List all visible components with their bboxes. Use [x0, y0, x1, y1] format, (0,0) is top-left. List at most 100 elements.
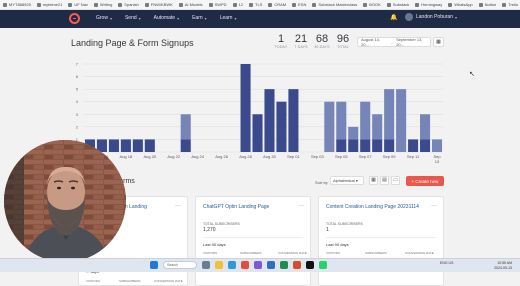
col-conversion: CONVERSION RATE [405, 251, 434, 255]
bookmark-item[interactable]: Writing [93, 2, 112, 7]
task-view-icon[interactable] [202, 261, 210, 269]
create-new-button[interactable]: + Create new [406, 176, 444, 186]
col-visitors: VISITORS [86, 279, 100, 283]
x-tick-label: Sep 05 [335, 154, 348, 159]
card-title[interactable]: ChatGPT Optin Landing Page [203, 204, 299, 210]
x-tick-label: Aug 24 [191, 154, 204, 159]
bookmark-item[interactable]: Substack [386, 2, 410, 7]
notion-icon[interactable] [306, 261, 314, 269]
landing-page-card[interactable]: Content Creation Landing Page 20231114 ·… [318, 196, 444, 286]
subscribers-label: TOTAL SUBSCRIBERS [326, 222, 363, 226]
bookmark-label: UF Nav [74, 2, 88, 7]
windows-start-icon[interactable] [150, 261, 158, 269]
bookmark-item[interactable]: BOOK [363, 2, 381, 7]
more-icon[interactable]: ··· [431, 203, 437, 209]
y-tick-label: 4 [76, 99, 79, 104]
divider [203, 237, 303, 238]
menu-send[interactable]: Send ▾ [125, 15, 141, 21]
grid-view-icon[interactable]: ▦ [369, 176, 378, 185]
system-tray-language[interactable]: ENG US [440, 261, 453, 265]
clock-time: 10:55 AM [497, 261, 512, 265]
bookmark-label: Substack [392, 2, 410, 7]
list-view-icon[interactable]: ▤ [380, 176, 389, 185]
whatsapp-icon[interactable] [319, 261, 327, 269]
chevron-down-icon: ▾ [177, 15, 180, 21]
bookmark-item[interactable]: 12 [232, 2, 244, 7]
col-visitors: VISITORS [203, 251, 217, 255]
bookmark-item[interactable]: Hemingway [415, 2, 442, 7]
x-tick-label: Aug 20 [143, 154, 156, 159]
bookmark-item[interactable]: WhatsApp [448, 2, 473, 7]
subscribers-label: TOTAL SUBSCRIBERS [203, 222, 240, 226]
taskbar-clock[interactable]: 10:55 AM 2024-09-13 [494, 261, 512, 270]
bookmark-item[interactable]: Spanish [118, 2, 139, 7]
word-icon[interactable] [267, 261, 275, 269]
bell-icon[interactable]: 🔔 [390, 14, 397, 21]
bookmark-label: TLS [255, 2, 263, 7]
landing-page-card[interactable]: ChatGPT Optin Landing Page ··· TOTAL SUB… [195, 196, 311, 286]
divider [326, 237, 436, 238]
presenter-image [4, 140, 126, 262]
sort-select[interactable]: Alphabetical ▾ [330, 176, 364, 185]
taskbar-apps: Search [150, 261, 332, 269]
logo-icon[interactable] [69, 13, 80, 24]
bookmark-label: MYT888925 [9, 2, 31, 7]
bar [180, 114, 191, 140]
bookmark-item[interactable]: FNW/KBWK [144, 2, 173, 7]
x-tick-label: Aug 28 [239, 154, 252, 159]
card-title[interactable]: Content Creation Landing Page 20231114 [326, 204, 422, 210]
bookmark-item[interactable]: ESN [292, 2, 306, 7]
user-name[interactable]: Landon Poburan [416, 14, 453, 20]
archive-icon[interactable]: ▭ [391, 176, 400, 185]
menu-automate[interactable]: Automate ▾ [154, 15, 179, 21]
bookmark-favicon-icon [232, 2, 237, 7]
bar [384, 139, 395, 152]
bookmark-item[interactable]: TLS [249, 2, 262, 7]
teams-icon[interactable] [254, 261, 262, 269]
bar [420, 139, 431, 152]
bookmark-item[interactable]: SWPD [208, 2, 227, 7]
bookmark-item[interactable]: CRAM [268, 2, 286, 7]
more-icon[interactable]: ··· [298, 203, 304, 209]
edge-icon[interactable] [228, 261, 236, 269]
bookmark-item[interactable]: Trello [502, 2, 518, 7]
card-range: Last 90 days [203, 242, 226, 247]
menu-grow[interactable]: Grow ▾ [96, 15, 112, 21]
bookmark-item[interactable]: UF Nav [68, 2, 88, 7]
bookmark-item[interactable]: myteime21 [36, 2, 62, 7]
taskbar-search[interactable]: Search [163, 261, 197, 269]
file-explorer-icon[interactable] [215, 261, 223, 269]
bookmark-item[interactable]: Notion [478, 2, 496, 7]
menu-earn[interactable]: Earn ▾ [192, 15, 207, 21]
bookmark-favicon-icon [68, 2, 73, 7]
bookmark-favicon-icon [448, 2, 453, 7]
bookmark-label: CRAM [274, 2, 287, 7]
bar [120, 139, 131, 152]
bar [336, 139, 347, 152]
bookmark-label: AI Models [184, 2, 203, 7]
bookmark-label: WhatsApp [454, 2, 473, 7]
bar [360, 101, 371, 140]
bookmark-item[interactable]: Substack Masterclass [312, 2, 357, 7]
bookmark-favicon-icon [3, 2, 7, 7]
x-tick-label: Sep 09 [383, 154, 396, 159]
y-tick-label: 5 [76, 87, 79, 92]
excel-icon[interactable] [280, 261, 288, 269]
bookmark-label: Trello [508, 2, 519, 7]
avatar[interactable] [405, 13, 413, 21]
bookmark-item[interactable]: MYT888925 [3, 2, 31, 7]
bookmark-favicon-icon [118, 2, 123, 7]
bar [324, 101, 335, 152]
bookmark-label: Hemingway [421, 2, 443, 7]
bookmark-item[interactable]: AI Models [178, 2, 203, 7]
bookmark-label: 12 [238, 2, 244, 7]
y-tick-label: 6 [76, 74, 79, 79]
bar [240, 64, 251, 152]
chrome-icon[interactable] [241, 261, 249, 269]
chevron-down-icon[interactable]: ▾ [455, 15, 457, 20]
powerpoint-icon[interactable] [293, 261, 301, 269]
x-tick-label: Aug 30 [263, 154, 276, 159]
more-icon[interactable]: ··· [175, 203, 181, 209]
bar [396, 89, 407, 152]
menu-learn[interactable]: Learn ▾ [220, 15, 237, 21]
